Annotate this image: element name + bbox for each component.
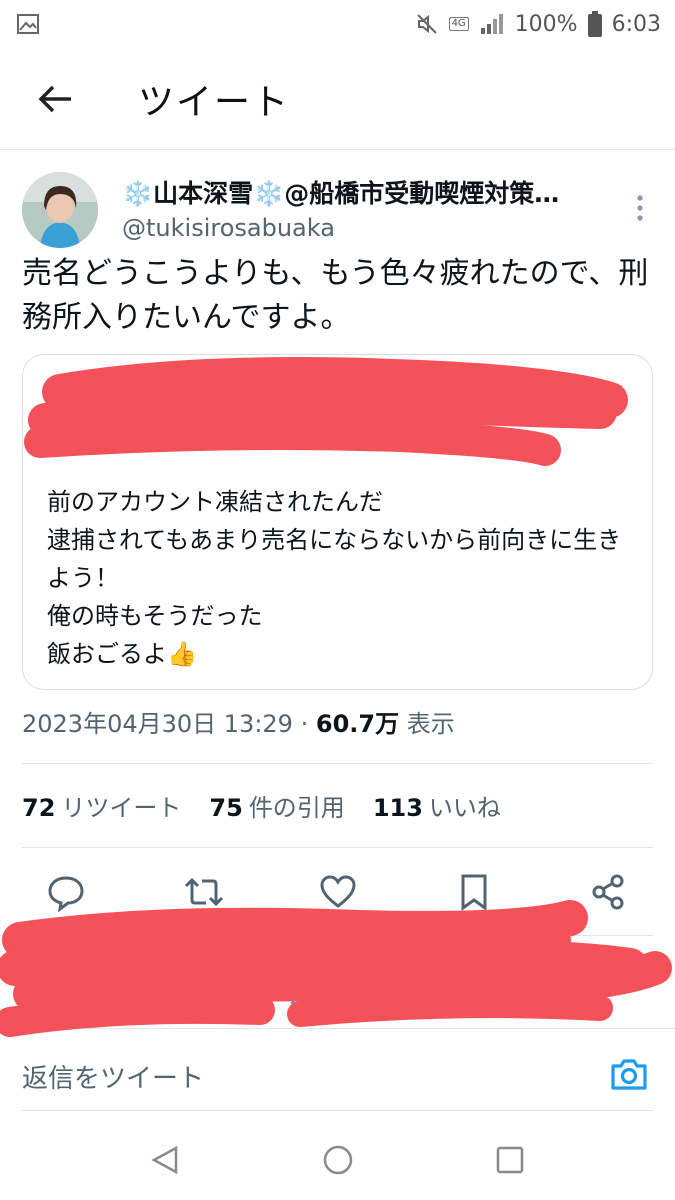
system-nav-bar: [0, 1120, 675, 1200]
divider: [22, 1110, 653, 1111]
nav-back-button[interactable]: [148, 1142, 184, 1178]
divider: [0, 1028, 675, 1029]
battery-percent: 100%: [514, 11, 578, 37]
avatar[interactable]: [22, 172, 98, 248]
quoted-tweet-card[interactable]: 12時間 前のアカウント凍結されたんだ 逮捕されてもあまり売名にならないから前向…: [22, 354, 653, 690]
quoted-tweet-text: 前のアカウント凍結されたんだ 逮捕されてもあまり売名にならないから前向きに生きよ…: [47, 488, 622, 668]
like-button[interactable]: [318, 872, 358, 912]
likes-label: いいね: [428, 794, 501, 822]
quotes-stat[interactable]: 75 件の引用: [209, 788, 344, 823]
camera-button[interactable]: [609, 1054, 649, 1094]
divider: [22, 847, 653, 848]
quoted-tweet-time: 12時間: [545, 383, 624, 411]
signal-icon: [480, 14, 503, 34]
share-icon: [592, 874, 624, 910]
tweet-text: 売名どうこうよりも、もう色々疲れたので、刑務所入りたいんですよ。: [22, 256, 649, 335]
retweets-stat[interactable]: 72 リツイート: [22, 788, 181, 823]
share-button[interactable]: [588, 872, 628, 912]
clock: 6:03: [611, 11, 661, 37]
more-vertical-icon: [637, 195, 643, 221]
arrow-left-icon: [38, 85, 71, 112]
retweet-icon: [184, 877, 224, 907]
more-button[interactable]: [628, 190, 652, 230]
tweet-stats: 72 リツイート 75 件の引用 113 いいね: [22, 788, 501, 823]
network-badge: 4G: [448, 17, 469, 31]
divider: [22, 763, 653, 764]
likes-stat[interactable]: 113 いいね: [373, 788, 501, 823]
quotes-count: 75: [209, 794, 243, 822]
views-label: 表示: [406, 710, 455, 738]
meta-separator: ·: [300, 710, 309, 738]
tweet-timestamp: 2023年04月30日 13:29: [22, 710, 293, 738]
status-bar: 4G 100% 6:03: [0, 0, 675, 48]
battery-icon: [587, 11, 602, 37]
retweet-button[interactable]: [182, 872, 224, 912]
tweet-meta: 2023年04月30日 13:29 · 60.7万 表示: [22, 704, 455, 739]
reply-button[interactable]: [46, 872, 86, 913]
replying-to-row: tukisirosabuaka: [0, 935, 675, 1025]
back-button[interactable]: [0, 48, 110, 150]
retweets-label: リツイート: [61, 794, 182, 822]
tweet-author: ❄️山本深雪❄️@船橋市受動喫煙対策… @tukisirosabuaka: [22, 170, 662, 250]
bookmark-button[interactable]: [454, 872, 494, 912]
square-recents-icon: [496, 1146, 524, 1174]
reply-input[interactable]: 返信をツイート: [22, 1058, 204, 1095]
page-header: ツイート: [0, 48, 675, 150]
views-count: 60.7万: [315, 710, 400, 738]
tweet-actions: [0, 862, 675, 922]
camera-icon: [611, 1059, 647, 1090]
likes-count: 113: [372, 794, 423, 822]
quotes-label: 件の引用: [248, 794, 345, 822]
author-name[interactable]: ❄️山本深雪❄️@船橋市受動喫煙対策…: [122, 174, 622, 210]
triangle-back-icon: [151, 1145, 178, 1175]
circle-home-icon: [323, 1145, 353, 1175]
heart-icon: [320, 875, 356, 908]
page-title: ツイート: [138, 81, 291, 123]
nav-home-button[interactable]: [320, 1142, 356, 1178]
reply-handle-snippet: tukisirosabuaka: [290, 995, 464, 1020]
nav-recents-button[interactable]: [492, 1142, 528, 1178]
quoted-tweet-header: 12時間: [23, 355, 652, 465]
reply-icon: [48, 876, 84, 913]
bookmark-icon: [461, 874, 487, 911]
author-handle[interactable]: @tukisirosabuaka: [122, 214, 335, 242]
reply-composer[interactable]: 返信をツイート: [0, 1030, 675, 1112]
retweets-count: 72: [22, 794, 56, 822]
mute-icon: [416, 14, 437, 34]
gallery-icon: [17, 14, 39, 34]
